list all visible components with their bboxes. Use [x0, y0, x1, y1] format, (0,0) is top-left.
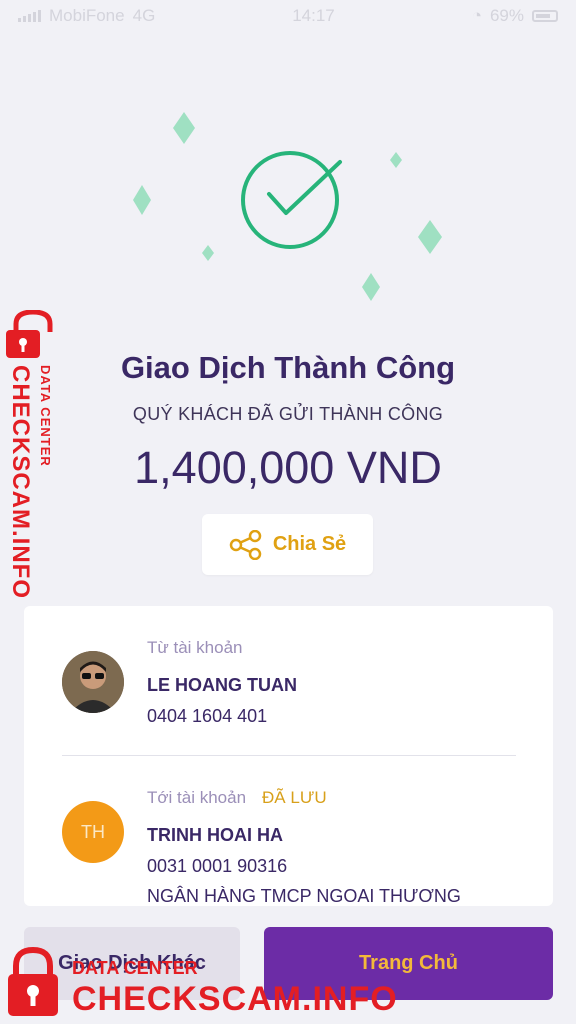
sparkle-icon [173, 112, 195, 144]
sparkle-icon [390, 152, 402, 168]
status-left: MobiFone 4G [18, 6, 155, 26]
sparkle-icon [362, 273, 380, 301]
network-type: 4G [132, 6, 156, 25]
transfer-amount: 1,400,000 VND [134, 442, 442, 493]
sender-avatar [62, 651, 124, 713]
watermark-bottom-brand: CHECKSCAM.INFO [72, 980, 398, 1018]
status-right: ◔ 69% [472, 6, 558, 26]
watermark-side-sub: DATA CENTER [38, 365, 53, 467]
status-time: 14:17 [292, 6, 335, 25]
watermark-side-brand: CHECKSCAM.INFO [7, 365, 34, 599]
to-account-header: Tới tài khoản ĐÃ LƯU [147, 788, 327, 808]
signal-icon [18, 10, 41, 22]
recipient-account-number: 0031 0001 90316 [147, 856, 288, 876]
watermark-lock-icon [8, 946, 58, 1016]
recipient-bank: NGÂN HÀNG TMCP NGOAI THƯƠNG [147, 886, 461, 906]
result-title: Giao Dịch Thành Công [120, 350, 456, 385]
success-illustration [133, 112, 442, 301]
share-icon [229, 529, 262, 560]
battery-percent: 69% [489, 6, 524, 25]
to-account-label: Tới tài khoản [147, 788, 247, 807]
checkmark-icon [267, 160, 342, 215]
sender-name: LE HOANG TUAN [147, 675, 297, 695]
result-subtitle: QUÝ KHÁCH ĐÃ GỬI THÀNH CÔNG [132, 404, 444, 424]
saved-badge: ĐÃ LƯU [262, 788, 327, 807]
battery-icon [532, 10, 558, 22]
alarm-icon: ◔ [471, 6, 482, 25]
watermark-bottom-sub: DATA CENTER [72, 958, 198, 978]
carrier-name: MobiFone [49, 6, 125, 25]
sparkle-icon [418, 220, 442, 254]
from-account-label: Từ tài khoản [147, 638, 243, 657]
status-bar: MobiFone 4G 14:17 ◔ 69% [0, 0, 576, 32]
sparkle-icon [133, 185, 151, 215]
share-button[interactable]: Chia Sẻ [202, 514, 373, 575]
share-label: Chia Sẻ [272, 533, 347, 555]
sparkle-icon [202, 245, 214, 261]
success-circle [241, 151, 339, 249]
transfer-details-card: Từ tài khoản LE HOANG TUAN 0404 1604 401… [24, 606, 553, 906]
sender-account-number: 0404 1604 401 [147, 706, 268, 726]
recipient-name: TRINH HOAI HA [147, 825, 283, 845]
recipient-avatar: TH [62, 801, 124, 863]
divider [62, 755, 516, 756]
